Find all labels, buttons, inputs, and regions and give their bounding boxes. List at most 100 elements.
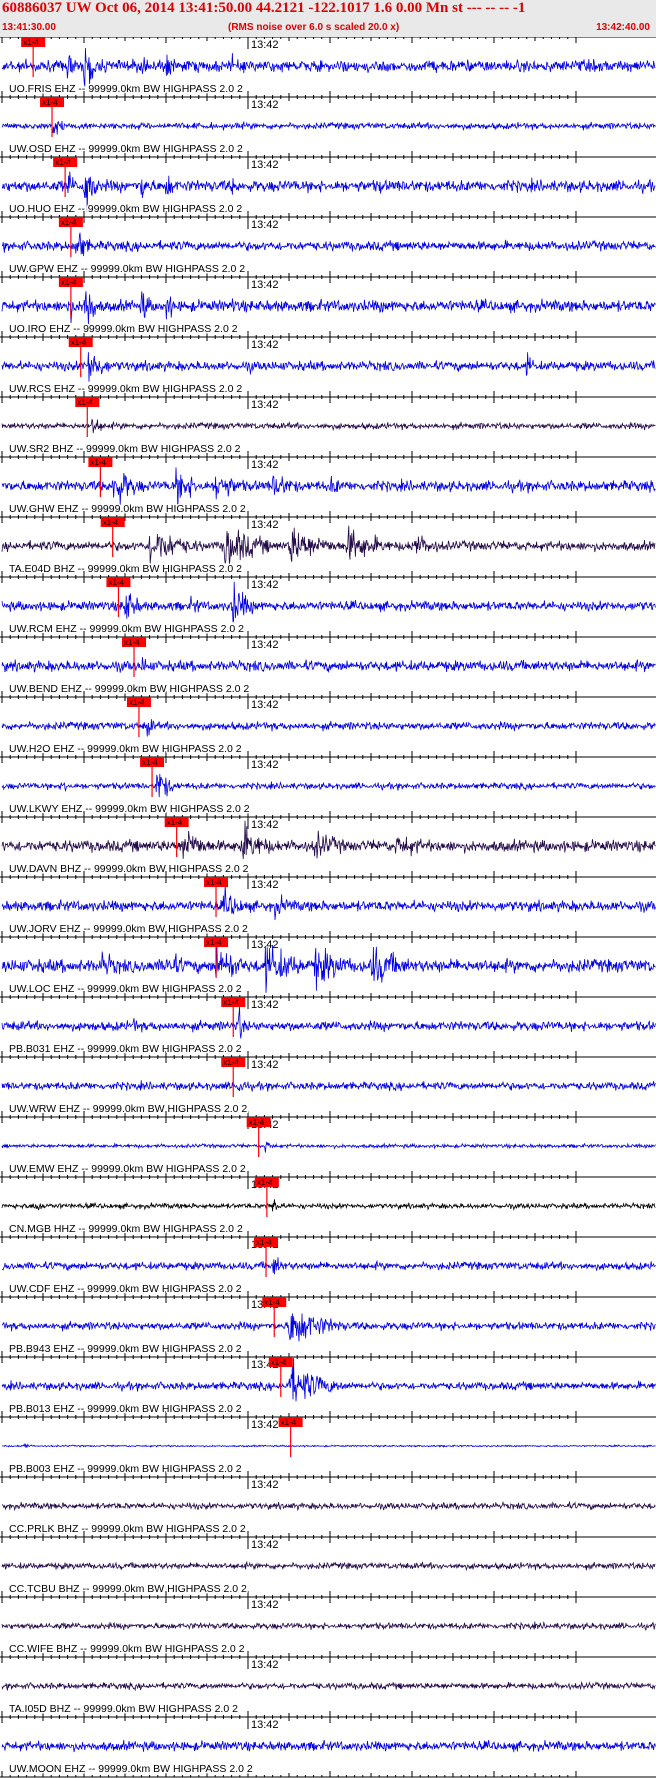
station-row: 13:42 x1-4 UW.GHW EHZ -- 99999.0km BW HIGH… [0, 456, 656, 517]
station-label: UW.BEND EHZ -- 99999.0km BW HIGHPASS 2.0… [9, 683, 249, 695]
station-label: UW.GHW EHZ -- 99999.0km BW HIGHPASS 2.0 … [9, 503, 246, 515]
pick-label: x1-4 [129, 698, 145, 707]
station-row: 13:42 x1-4 UW.DAVN BHZ -- 99999.0km BW HIG… [0, 816, 656, 877]
minute-label: 13:42 [251, 879, 279, 891]
waveform-trace [2, 1443, 656, 1448]
waveform-trace [1, 525, 656, 566]
minute-label: 13:42 [251, 579, 279, 591]
start-time: 13:41:30.00 [2, 22, 56, 33]
waveform-trace [1, 820, 656, 860]
scale-note: (RMS noise over 6.0 s scaled 20.0 x) [228, 22, 400, 33]
waveform-trace [1, 1560, 656, 1572]
station-row: 13:42 x1-4 UW.BEND EHZ -- 99999.0km BW HIG… [0, 636, 656, 697]
pick-label: x1-4 [77, 398, 93, 407]
waveform-trace [1, 1680, 656, 1692]
station-label: CC.TCBU BHZ -- 99999.0km BW HIGHPASS 2.0… [9, 1583, 247, 1595]
station-row: 13:42 x1-4 TA.E04D BHZ -- 99999.0km BW HIG… [0, 516, 656, 577]
pick-label: x1-4 [281, 1418, 297, 1427]
station-row: 13:42 x1-4 UW.RCM EHZ -- 99999.0km BW HIGH… [0, 576, 656, 637]
minute-label: 13:42 [251, 99, 279, 111]
station-label: UW.MOON EHZ -- 99999.0km BW HIGHPASS 2.0… [9, 1763, 253, 1775]
station-row: 13:42 x1-4 UW.JORV EHZ -- 99999.0km BW HIG… [0, 876, 656, 937]
waveform-trace [1, 884, 656, 920]
station-row: 13:42 x1-4 UO.IRO EHZ -- 99999.0km BW HIGH… [0, 276, 656, 337]
minute-label: 13:42 [251, 1539, 279, 1551]
minute-label: 13:42 [251, 1599, 279, 1611]
station-row: 13:42 CC.PRLK BHZ -- 99999.0km BW HIGHPAS… [0, 1476, 656, 1537]
pick-label: x1-4 [124, 638, 140, 647]
waveform-trace [1, 1739, 656, 1753]
pick-label: x1-4 [256, 1238, 272, 1247]
minute-label: 13:42 [251, 1419, 279, 1431]
event-title: 60886037 UW Oct 06, 2014 13:41:50.00 44.… [2, 0, 526, 16]
station-row: 13:42 x1-4 UW.RCS EHZ -- 99999.0km BW HIGH… [0, 336, 656, 397]
waveform-trace [1, 1257, 656, 1275]
minute-label: 13:42 [251, 639, 279, 651]
station-row: 13:42 TA.I05D BHZ -- 99999.0km BW HIGHPAS… [0, 1656, 656, 1717]
minute-label: 13:42 [251, 939, 279, 951]
seismogram-plot: 13:42x1-4UO.FRIS EHZ -- 99999.0km BW HIG… [0, 37, 656, 1778]
station-label: TA.I05D BHZ -- 99999.0km BW HIGHPASS 2.0… [9, 1703, 238, 1715]
pick-label: x1-4 [61, 218, 77, 227]
pick-label: x1-4 [271, 1358, 287, 1367]
station-label: UW.SR2 BHZ -- 99999.0km BW HIGHPASS 2.0 … [9, 443, 241, 455]
pick-label: x1-4 [206, 938, 222, 947]
station-row: 13:42x1-4UW.CDF EHZ -- 99999.0km BW HIGH… [0, 1236, 656, 1297]
minute-label: 13:42 [251, 1479, 279, 1491]
station-label: UW.RCM EHZ -- 99999.0km BW HIGHPASS 2.0 … [9, 623, 244, 635]
waveform-trace [1, 657, 656, 673]
minute-label: 13:42 [251, 399, 279, 411]
station-row: 13:42 x1-4 UW.WRW EHZ -- 99999.0km BW HIGH… [0, 1056, 656, 1117]
station-label: CC.WIFE BHZ -- 99999.0km BW HIGHPASS 2.0… [9, 1643, 245, 1655]
minute-label: 13:42 [251, 279, 279, 291]
station-label: UO.FRIS EHZ -- 99999.0km BW HIGHPASS 2.0… [9, 83, 243, 95]
minute-label: 13:42 [251, 339, 279, 351]
station-row: 13:42 x1-4 UW.OSD EHZ -- 99999.0km BW HIGH… [0, 96, 656, 157]
station-label: UW.CDF EHZ -- 99999.0km BW HIGHPASS 2.0 … [9, 1283, 242, 1295]
station-label: UW.JORV EHZ -- 99999.0km BW HIGHPASS 2.0… [9, 923, 248, 935]
pick-label: x1-4 [61, 278, 77, 287]
station-label: TA.E04D BHZ -- 99999.0km BW HIGHPASS 2.0… [9, 563, 242, 575]
station-row: 13:42 x1-4 UW.GPW EHZ -- 99999.0km BW HIGH… [0, 216, 656, 277]
pick-label: x1-4 [264, 1298, 280, 1307]
header-bar: 60886037 UW Oct 06, 2014 13:41:50.00 44.… [0, 0, 656, 37]
station-row: 13:42x1-4UW.EMW EHZ -- 99999.0km BW HIGH… [0, 1116, 656, 1177]
pick-label: x1-4 [142, 758, 158, 767]
minute-label: 13:42 [251, 39, 279, 51]
pick-label: x1-4 [223, 1058, 239, 1067]
pick-label: x1-4 [55, 158, 71, 167]
waveform-trace [1, 1080, 656, 1092]
pick-label: x1-4 [23, 38, 39, 47]
station-row: 13:42x1-4PB.B943 EHZ -- 99999.0km BW HIG… [0, 1296, 656, 1357]
pick-label: x1-4 [108, 578, 124, 587]
pick-label: x1-4 [167, 818, 183, 827]
station-label: UW.GPW EHZ -- 99999.0km BW HIGHPASS 2.0 … [9, 263, 245, 275]
minute-label: 13:42 [251, 819, 279, 831]
station-label: PB.B003 EHZ -- 99999.0km BW HIGHPASS 2.0… [9, 1463, 242, 1475]
station-label: UW.OSD EHZ -- 99999.0km BW HIGHPASS 2.0 … [9, 143, 243, 155]
waveform-trace [2, 1313, 656, 1342]
station-label: UW.EMW EHZ -- 99999.0km BW HIGHPASS 2.0 … [9, 1163, 246, 1175]
station-row: 13:42 CC.WIFE BHZ -- 99999.0km BW HIGHPAS… [0, 1596, 656, 1657]
minute-label: 13:42 [251, 159, 279, 171]
waveform-trace [1, 1199, 656, 1212]
station-label: PB.B031 EHZ -- 99999.0km BW HIGHPASS 2.0… [9, 1043, 242, 1055]
waveform-trace [1, 719, 656, 737]
station-label: CC.PRLK BHZ -- 99999.0km BW HIGHPASS 2.0… [9, 1523, 246, 1535]
minute-label: 13:42 [251, 759, 279, 771]
minute-label: 13:42 [251, 1059, 279, 1071]
station-row: 13:42 x1-4 UO.FRIS EHZ -- 99999.0km BW HIG… [0, 37, 656, 97]
station-label: PB.B943 EHZ -- 99999.0km BW HIGHPASS 2.0… [9, 1343, 242, 1355]
waveform-trace [1, 232, 656, 257]
pick-label: x1-4 [71, 338, 87, 347]
waveform-trace [1, 291, 656, 325]
station-row: 13:42 x1-4 PB.B031 EHZ -- 99999.0km BW HIG… [0, 996, 656, 1057]
station-label: UW.H2O EHZ -- 99999.0km BW HIGHPASS 2.0 … [9, 743, 242, 755]
waveform-trace [1, 1500, 656, 1512]
station-label: UW.LOC EHZ -- 99999.0km BW HIGHPASS 2.0 … [9, 983, 242, 995]
waveform-trace [1, 1141, 656, 1153]
minute-label: 13:42 [251, 999, 279, 1011]
station-row: 13:42 x1-4 UW.H2O EHZ -- 99999.0km BW HIGH… [0, 696, 656, 757]
pick-label: x1-4 [249, 1118, 265, 1127]
station-label: PB.B013 EHZ -- 99999.0km BW HIGHPASS 2.0… [9, 1403, 242, 1415]
